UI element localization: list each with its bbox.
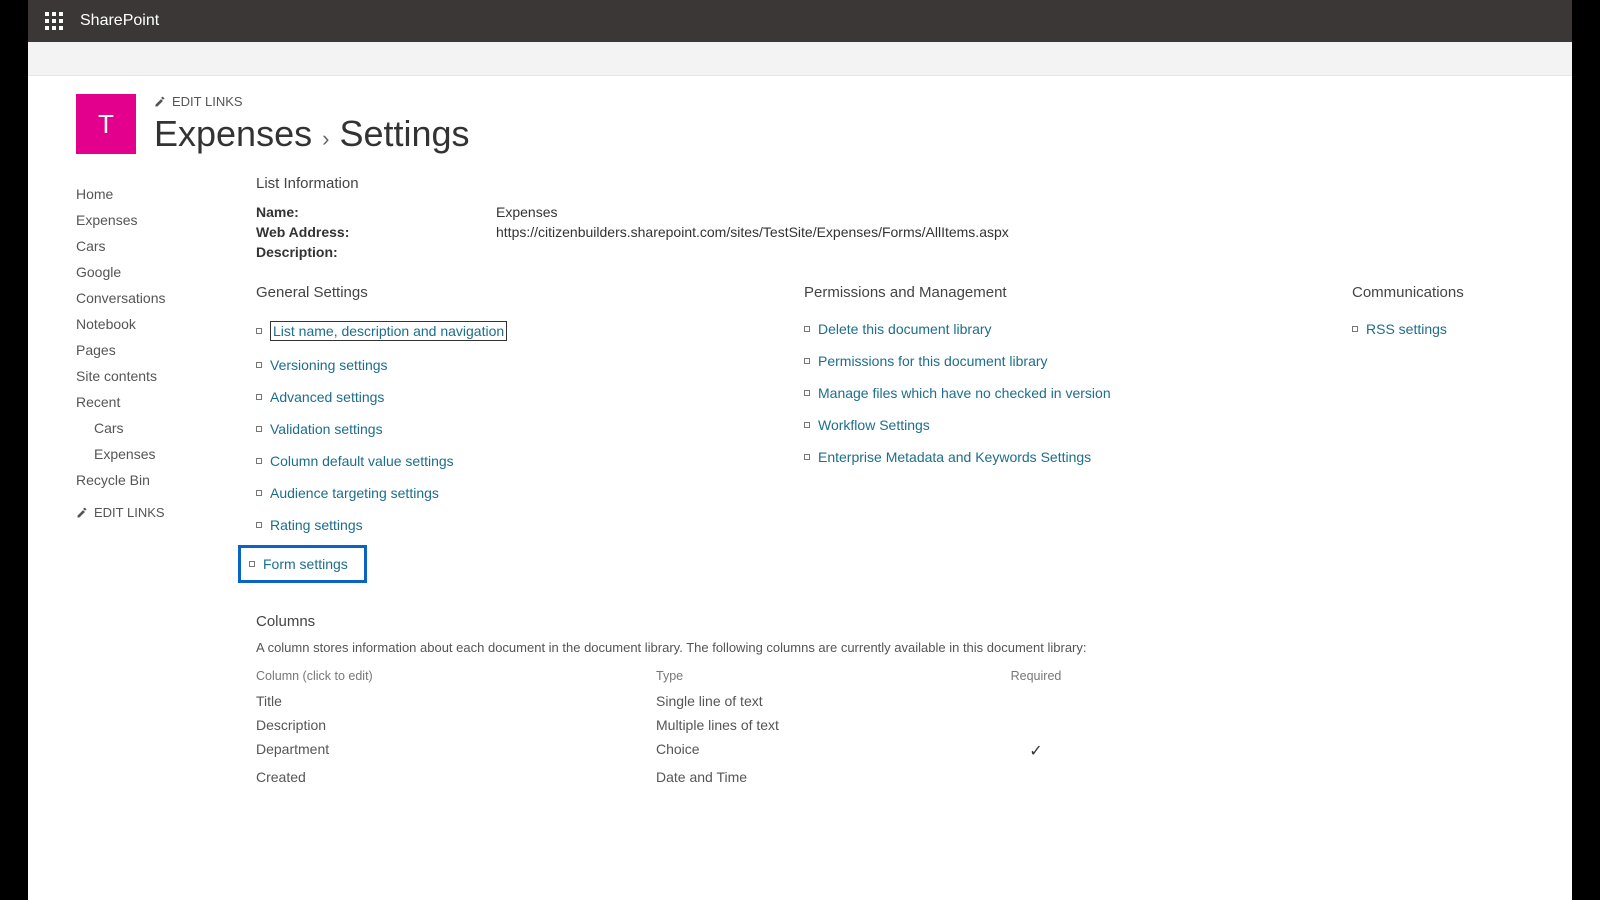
link-advanced-settings[interactable]: Advanced settings	[270, 389, 384, 405]
link-rating-settings[interactable]: Rating settings	[270, 517, 363, 533]
nav-google[interactable]: Google	[76, 259, 256, 285]
bullet-icon	[256, 490, 262, 496]
link-form-settings[interactable]: Form settings	[263, 556, 348, 572]
name-label: Name:	[256, 204, 496, 220]
nav-recent-cars[interactable]: Cars	[76, 415, 256, 441]
link-workflow-settings[interactable]: Workflow Settings	[818, 417, 930, 433]
communications-title: Communications	[1352, 284, 1532, 301]
pencil-icon	[76, 507, 88, 519]
nav-expenses[interactable]: Expenses	[76, 207, 256, 233]
column-type: Multiple lines of text	[656, 717, 996, 733]
webaddress-value[interactable]: https://citizenbuilders.sharepoint.com/s…	[496, 224, 1009, 240]
table-row: Title Single line of text	[256, 689, 1076, 713]
site-logo[interactable]: T	[76, 94, 136, 154]
nav-cars[interactable]: Cars	[76, 233, 256, 259]
column-name-link[interactable]: Description	[256, 717, 656, 733]
link-column-default-value[interactable]: Column default value settings	[270, 453, 454, 469]
table-row: Description Multiple lines of text	[256, 713, 1076, 737]
columns-title: Columns	[256, 613, 1532, 630]
title-settings: Settings	[339, 113, 469, 155]
bullet-icon	[804, 358, 810, 364]
left-nav: Home Expenses Cars Google Conversations …	[76, 175, 256, 789]
columns-desc: A column stores information about each d…	[256, 640, 1532, 655]
nav-recent-expenses[interactable]: Expenses	[76, 441, 256, 467]
link-rss-settings[interactable]: RSS settings	[1366, 321, 1447, 337]
bullet-icon	[804, 422, 810, 428]
column-name-link[interactable]: Created	[256, 769, 656, 785]
bullet-icon	[804, 326, 810, 332]
webaddress-label: Web Address:	[256, 224, 496, 240]
form-settings-highlight: Form settings	[238, 545, 367, 583]
title-list-name[interactable]: Expenses	[154, 113, 312, 155]
bullet-icon	[256, 328, 262, 334]
link-validation-settings[interactable]: Validation settings	[270, 421, 383, 437]
column-type: Date and Time	[656, 769, 996, 785]
link-versioning-settings[interactable]: Versioning settings	[270, 357, 388, 373]
column-type: Choice	[656, 741, 996, 761]
column-name-link[interactable]: Title	[256, 693, 656, 709]
link-delete-library[interactable]: Delete this document library	[818, 321, 992, 337]
edit-links-bottom[interactable]: EDIT LINKS	[76, 505, 256, 520]
app-launcher-icon[interactable]	[36, 3, 72, 39]
bullet-icon	[1352, 326, 1358, 332]
table-row: Department Choice ✓	[256, 737, 1076, 765]
communications-column: Communications RSS settings	[1352, 284, 1532, 583]
chevron-right-icon: ›	[322, 126, 329, 152]
list-info-header: List Information	[256, 175, 1532, 192]
col-head-type: Type	[656, 669, 996, 683]
bullet-icon	[256, 394, 262, 400]
nav-recent-heading: Recent	[76, 389, 256, 415]
bullet-icon	[804, 454, 810, 460]
permissions-title: Permissions and Management	[804, 284, 1312, 301]
column-type: Single line of text	[656, 693, 996, 709]
table-row: Created Date and Time	[256, 765, 1076, 789]
main-content: List Information Name: Expenses Web Addr…	[256, 175, 1572, 789]
pencil-icon	[154, 96, 166, 108]
col-head-name: Column (click to edit)	[256, 669, 656, 683]
bullet-icon	[256, 362, 262, 368]
nav-recycle-bin[interactable]: Recycle Bin	[76, 467, 256, 493]
description-label: Description:	[256, 244, 496, 260]
name-value: Expenses	[496, 204, 557, 220]
nav-site-contents[interactable]: Site contents	[76, 363, 256, 389]
link-permissions-library[interactable]: Permissions for this document library	[818, 353, 1048, 369]
columns-section: Columns A column stores information abou…	[256, 613, 1532, 789]
general-settings-title: General Settings	[256, 284, 764, 301]
general-settings-column: General Settings List name, description …	[256, 284, 764, 583]
edit-links-top[interactable]: EDIT LINKS	[154, 94, 1572, 109]
link-enterprise-metadata[interactable]: Enterprise Metadata and Keywords Setting…	[818, 449, 1091, 465]
permissions-column: Permissions and Management Delete this d…	[804, 284, 1312, 583]
column-required	[996, 769, 1076, 785]
nav-conversations[interactable]: Conversations	[76, 285, 256, 311]
column-required	[996, 693, 1076, 709]
col-head-required: Required	[996, 669, 1076, 683]
brand-label[interactable]: SharePoint	[80, 12, 159, 30]
column-name-link[interactable]: Department	[256, 741, 656, 761]
bullet-icon	[256, 426, 262, 432]
ribbon-placeholder	[28, 42, 1572, 76]
link-list-name-description[interactable]: List name, description and navigation	[270, 321, 507, 341]
bullet-icon	[256, 522, 262, 528]
column-required	[996, 717, 1076, 733]
page-title: Expenses › Settings	[154, 113, 1572, 155]
nav-home[interactable]: Home	[76, 181, 256, 207]
checkmark-icon: ✓	[996, 741, 1076, 761]
nav-pages[interactable]: Pages	[76, 337, 256, 363]
link-audience-targeting[interactable]: Audience targeting settings	[270, 485, 439, 501]
nav-notebook[interactable]: Notebook	[76, 311, 256, 337]
link-manage-files-no-checkin[interactable]: Manage files which have no checked in ve…	[818, 385, 1111, 401]
bullet-icon	[804, 390, 810, 396]
bullet-icon	[256, 458, 262, 464]
bullet-icon	[249, 561, 255, 567]
suite-bar: SharePoint	[28, 0, 1572, 42]
